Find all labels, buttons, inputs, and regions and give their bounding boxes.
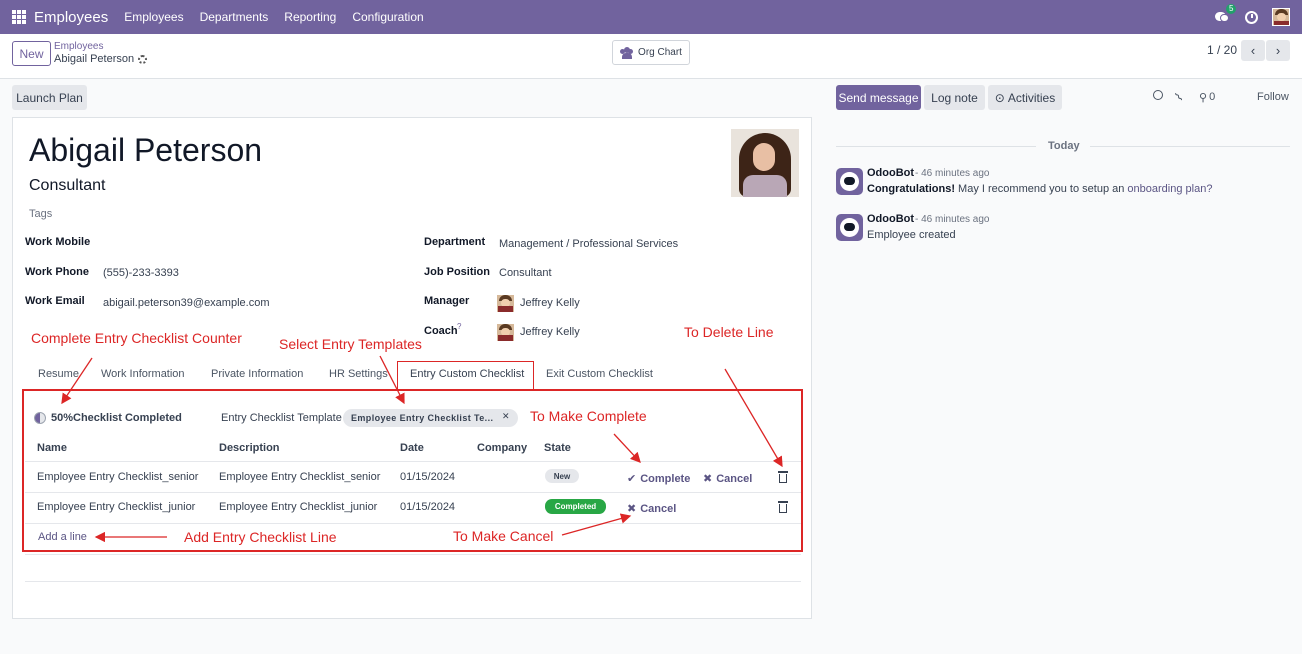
message-time: - 46 minutes ago <box>915 168 990 179</box>
followers-button[interactable]: ⚲ 0 <box>1199 91 1215 104</box>
message-body: Congratulations! May I recommend you to … <box>867 183 1212 195</box>
send-message-button[interactable]: Send message <box>836 85 921 110</box>
onboarding-plan-link[interactable]: onboarding plan? <box>1127 183 1212 195</box>
activities-label: Activities <box>1007 90 1056 105</box>
user-icon: ⚲ <box>1199 92 1208 104</box>
follow-button[interactable]: Follow <box>1257 91 1289 103</box>
message-body: Employee created <box>867 229 956 241</box>
activities-button[interactable]: ⊙ Activities <box>988 85 1062 110</box>
followers-count: 0 <box>1209 91 1216 103</box>
log-note-button[interactable]: Log note <box>924 85 985 110</box>
message-author[interactable]: OdooBot <box>867 167 914 179</box>
message-time: - 46 minutes ago <box>915 214 990 225</box>
odoobot-avatar <box>836 214 863 241</box>
message-strong: Congratulations! <box>867 183 955 195</box>
message-text: May I recommend you to setup an <box>955 183 1128 195</box>
clock-icon: ⊙ <box>994 90 1005 105</box>
message-author[interactable]: OdooBot <box>867 213 914 225</box>
search-icon[interactable] <box>1153 90 1163 100</box>
date-separator: Today <box>1048 140 1080 152</box>
date-divider-right <box>1090 146 1290 147</box>
odoobot-avatar <box>836 168 863 195</box>
annotation-arrows <box>61 355 783 543</box>
date-divider-left <box>836 146 1036 147</box>
